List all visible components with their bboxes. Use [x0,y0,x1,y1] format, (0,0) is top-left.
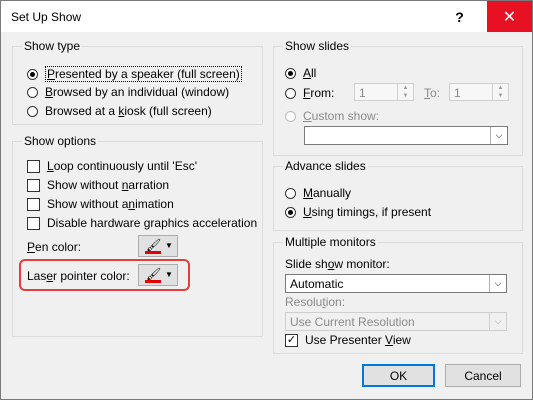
radio-browsed-by-individual[interactable]: Browsed by an individual (window) [27,85,229,99]
spinner-buttons[interactable]: ▲ ▼ [492,84,508,100]
checkbox-label: Disable hardware graphics acceleration [47,216,258,230]
from-slide-value: 1 [359,86,366,100]
close-button[interactable]: ✕ [487,1,532,32]
radio-manually[interactable]: Manually [285,186,351,200]
radio-from-slide[interactable]: From: [285,86,334,100]
ok-button[interactable]: OK [362,364,435,387]
spin-down-icon: ▼ [402,93,409,99]
advance-slides-title: Advance slides [283,159,368,173]
slide-show-monitor-dropdown[interactable]: Automatic ⌵ [285,274,507,293]
checkbox-label: Use Presenter View [305,333,411,347]
pen-color-button[interactable]: 🖌︎ ▼ [138,235,178,257]
check-use-presenter-view[interactable]: ✓ Use Presenter View [285,333,411,347]
custom-show-dropdown[interactable]: ⌵ [304,126,508,145]
close-icon: ✕ [502,8,517,26]
chevron-down-icon: ▼ [165,241,173,250]
resolution-dropdown[interactable]: Use Current Resolution ⌵ [285,312,507,331]
spin-down-icon: ▼ [497,93,504,99]
checkbox[interactable] [27,159,40,173]
radio-button[interactable] [27,86,38,98]
dialog-content: Show type Presented by a speaker (full s… [1,32,532,399]
radio-button[interactable] [285,187,296,199]
resolution-value: Use Current Resolution [290,315,415,329]
chevron-down-icon[interactable]: ⌵ [489,275,506,292]
radio-label: Custom show: [303,109,380,123]
resolution-label: Resolution: [285,295,346,309]
cancel-button[interactable]: Cancel [445,364,521,387]
check-without-animation[interactable]: Show without animation [27,197,174,211]
radio-button[interactable] [285,67,296,79]
radio-button[interactable] [285,87,296,99]
checkbox[interactable] [27,178,40,192]
paint-bucket-icon: 🖌︎ [146,238,162,252]
check-without-narration[interactable]: Show without narration [27,178,169,192]
to-slide-spinner[interactable]: 1 ▲ ▼ [449,83,509,101]
set-up-show-dialog: Set Up Show ? ✕ Show type Presented by a… [0,0,533,400]
radio-label: Browsed by an individual (window) [45,85,230,99]
check-disable-hw-acceleration[interactable]: Disable hardware graphics acceleration [27,216,257,230]
help-button[interactable]: ? [437,1,482,32]
show-options-group: Show options Loop continuously until 'Es… [12,134,263,337]
ok-label: OK [389,368,408,383]
show-slides-title: Show slides [283,39,352,53]
show-slides-group: Show slides All From: 1 ▲ ▼ To: 1 ▲ ▼ Cu… [273,39,523,156]
multiple-monitors-group: Multiple monitors Slide show monitor: Au… [273,235,523,354]
spinner-buttons[interactable]: ▲ ▼ [397,84,413,100]
title-bar: Set Up Show ? ✕ [1,1,532,32]
laser-pointer-highlight-annotation [19,259,190,291]
pen-color-label: Pen color: [27,240,82,254]
show-options-title: Show options [22,134,99,148]
show-type-title: Show type [22,39,83,53]
slide-show-monitor-label: Slide show monitor: [285,257,390,271]
dialog-title: Set Up Show [11,10,82,24]
advance-slides-group: Advance slides Manually Using timings, i… [273,159,523,231]
check-loop-continuously[interactable]: Loop continuously until 'Esc' [27,159,197,173]
pen-color-swatch [145,251,161,254]
radio-using-timings[interactable]: Using timings, if present [285,205,431,219]
radio-label: Manually [303,186,352,200]
radio-button[interactable] [285,110,296,122]
checkbox-label: Show without animation [47,197,174,211]
radio-button[interactable] [27,68,38,80]
radio-label: Using timings, if present [303,205,432,219]
to-label: To: [424,86,441,100]
spin-up-icon: ▲ [402,85,409,91]
cancel-label: Cancel [464,368,502,383]
checkbox[interactable] [27,197,40,211]
radio-label: Browsed at a kiosk (full screen) [45,104,212,118]
spin-up-icon: ▲ [497,85,504,91]
radio-all-slides[interactable]: All [285,66,316,80]
from-slide-spinner[interactable]: 1 ▲ ▼ [354,83,414,101]
radio-presented-by-speaker[interactable]: Presented by a speaker (full screen) [27,66,242,82]
radio-browsed-at-kiosk[interactable]: Browsed at a kiosk (full screen) [27,104,212,118]
monitor-value: Automatic [290,277,344,291]
checkbox-label: Show without narration [47,178,170,192]
show-type-group: Show type Presented by a speaker (full s… [12,39,263,125]
chevron-down-icon[interactable]: ⌵ [490,127,507,144]
radio-label: All [303,66,317,80]
radio-label: From: [303,86,335,100]
help-icon: ? [455,8,464,25]
multiple-monitors-title: Multiple monitors [283,235,378,249]
radio-button[interactable] [27,105,38,117]
radio-label: Presented by a speaker (full screen) [45,66,242,82]
radio-custom-show[interactable]: Custom show: [285,109,379,123]
checkbox-checked[interactable]: ✓ [285,333,298,347]
checkbox-label: Loop continuously until 'Esc' [47,159,198,173]
to-slide-value: 1 [454,86,461,100]
checkbox[interactable] [27,216,40,230]
chevron-down-icon[interactable]: ⌵ [489,313,506,330]
radio-button[interactable] [285,206,296,218]
